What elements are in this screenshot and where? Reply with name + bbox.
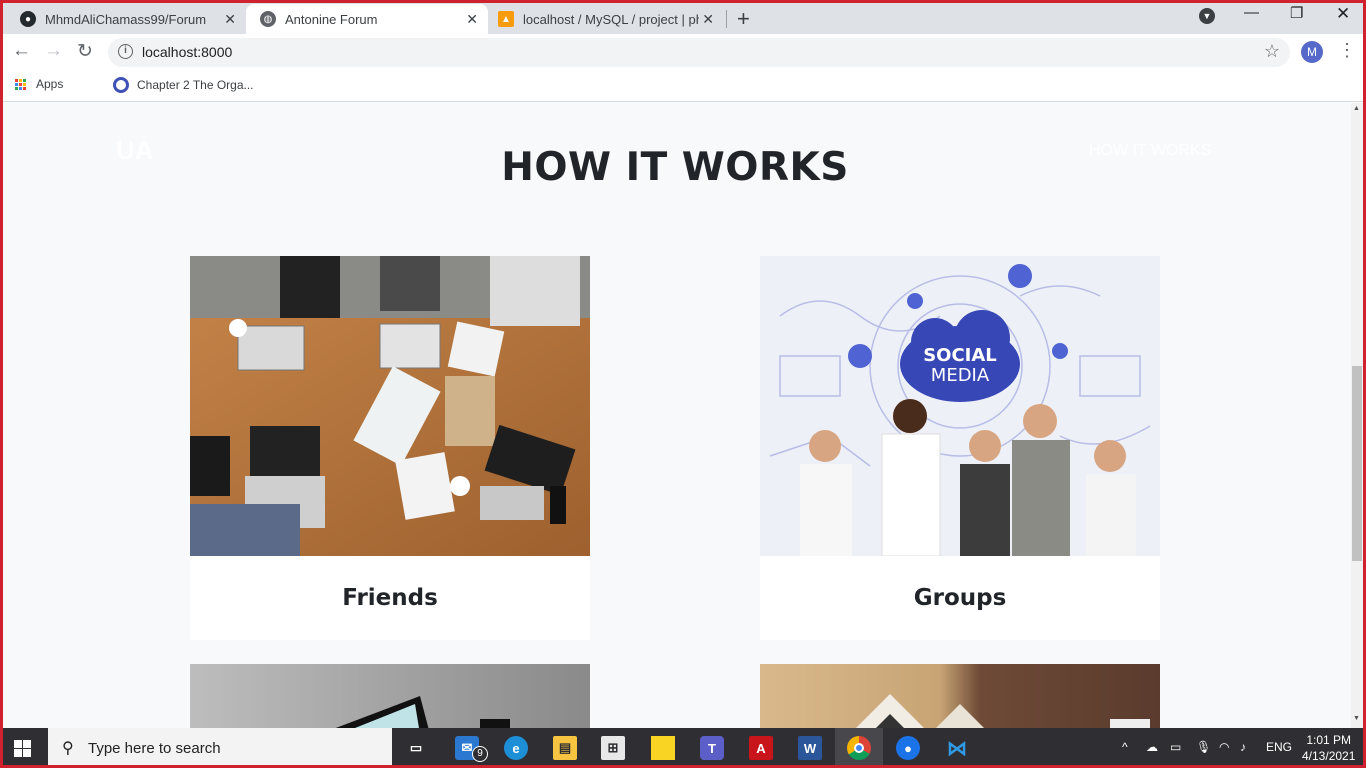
bookmark-label: Chapter 2 The Orga... — [137, 78, 254, 92]
phpmyadmin-icon: ▲ — [498, 11, 514, 27]
close-icon[interactable]: ✕ — [224, 11, 236, 28]
quizlet-icon — [113, 77, 129, 93]
tab-title: MhmdAliChamass99/Forum — [45, 11, 207, 27]
minimize-icon[interactable]: — — [1244, 4, 1259, 21]
tab-phpmyadmin[interactable]: ▲ localhost / MySQL / project | php ✕ — [484, 4, 724, 34]
scroll-down-icon[interactable]: ▼ — [1353, 715, 1360, 722]
site-info-icon[interactable]: i — [118, 44, 133, 59]
scroll-up-icon[interactable]: ▲ — [1353, 105, 1360, 112]
url-text[interactable]: localhost:8000 — [142, 44, 232, 60]
tab-title: localhost / MySQL / project | php — [523, 11, 699, 27]
word-icon[interactable]: W — [798, 736, 822, 760]
maps-pin-icon[interactable]: ● — [896, 736, 920, 760]
card-friends[interactable]: Friends — [190, 256, 590, 640]
card-caption: Friends — [342, 585, 438, 611]
globe-icon: ◍ — [260, 11, 276, 27]
new-tab-icon[interactable]: + — [737, 6, 750, 32]
card-groups[interactable]: SOCIAL MEDIA Groups — [760, 256, 1160, 640]
volume-icon[interactable]: ♪ — [1240, 740, 1246, 754]
vscode-icon[interactable]: ⋈ — [945, 736, 969, 760]
back-icon[interactable]: ← — [12, 40, 31, 62]
bookmarks-bar: Apps Chapter 2 The Orga... — [0, 70, 1366, 102]
page-scrollbar[interactable]: ▲ ▼ — [1351, 103, 1363, 728]
sticky-notes-icon[interactable] — [651, 736, 675, 760]
bookmark-apps[interactable]: Apps — [15, 77, 63, 91]
clock-date: 4/13/2021 — [1302, 749, 1356, 763]
search-placeholder: Type here to search — [88, 740, 221, 757]
tab-github[interactable]: ● MhmdAliChamass99/Forum ✕ — [6, 4, 246, 34]
network-drive-icon[interactable]: ☁ — [1146, 740, 1158, 754]
github-icon: ● — [20, 11, 36, 27]
social-media-photo: SOCIAL MEDIA — [760, 256, 1160, 556]
task-view-icon[interactable]: ▭ — [404, 736, 428, 760]
search-icon: ⚲ — [62, 740, 74, 757]
teams-icon[interactable]: T — [700, 736, 724, 760]
profile-avatar[interactable]: M — [1301, 41, 1323, 63]
card-partial-right[interactable] — [760, 664, 1160, 728]
input-language[interactable]: ENG — [1266, 740, 1292, 754]
close-icon[interactable]: ✕ — [466, 11, 478, 28]
page-viewport: UA HOW IT WORKS HOW IT WORKS Friends SOC… — [3, 103, 1351, 728]
store-icon[interactable]: ⊞ — [601, 736, 625, 760]
tab-search-icon[interactable]: ▼ — [1199, 8, 1215, 24]
bookmark-star-icon[interactable]: ☆ — [1264, 41, 1280, 62]
forward-icon[interactable]: → — [44, 40, 63, 62]
close-icon[interactable]: ✕ — [702, 11, 714, 28]
tray-chevron-icon[interactable]: ^ — [1122, 740, 1128, 754]
mail-badge: 9 — [472, 746, 488, 762]
clock-time: 1:01 PM — [1306, 733, 1352, 747]
window-close-icon[interactable]: ✕ — [1336, 4, 1350, 24]
chrome-icon[interactable] — [847, 736, 871, 760]
address-bar[interactable]: i localhost:8000 ☆ — [108, 38, 1290, 67]
acrobat-icon[interactable]: A — [749, 736, 773, 760]
windows-start-icon[interactable] — [14, 740, 31, 757]
card-caption: Groups — [913, 585, 1007, 611]
card-partial-left[interactable] — [190, 664, 590, 728]
laptop-photo — [190, 664, 590, 728]
tab-title: Antonine Forum — [285, 11, 378, 27]
windows-taskbar: ⚲ Type here to search ▭ ✉ 9 e ▤ ⊞ T A W … — [0, 728, 1366, 768]
file-explorer-icon[interactable]: ▤ — [553, 736, 577, 760]
tab-strip: ● MhmdAliChamass99/Forum ✕ ◍ Antonine Fo… — [0, 0, 1366, 34]
battery-icon[interactable]: ▭ — [1170, 740, 1181, 754]
taskbar-search[interactable]: ⚲ Type here to search — [48, 728, 392, 768]
bookmark-label: Apps — [36, 77, 64, 91]
social-media-sign-text: SOCIAL MEDIA — [923, 345, 997, 386]
kebab-menu-icon[interactable]: ⋮ — [1338, 40, 1356, 61]
edge-icon[interactable]: e — [504, 736, 528, 760]
team-meeting-photo — [190, 256, 590, 556]
apps-grid-icon — [15, 78, 26, 90]
section-title: HOW IT WORKS — [501, 145, 849, 190]
browser-toolbar: ← → ↻ i localhost:8000 ☆ M ⋮ — [0, 34, 1366, 70]
reload-icon[interactable]: ↻ — [77, 40, 93, 63]
scroll-thumb[interactable] — [1352, 366, 1362, 561]
taskbar-clock[interactable]: 1:01 PM 4/13/2021 — [1302, 732, 1355, 764]
bookmark-chapter-2[interactable]: Chapter 2 The Orga... — [113, 77, 254, 93]
restore-icon[interactable]: ❐ — [1290, 4, 1303, 22]
tab-antonine-forum[interactable]: ◍ Antonine Forum ✕ — [246, 4, 488, 34]
wooden-table-photo — [760, 664, 1160, 728]
tab-divider — [726, 10, 727, 28]
microphone-icon[interactable]: 🎙 — [1196, 740, 1211, 754]
wifi-icon[interactable]: ◠ — [1219, 740, 1229, 754]
